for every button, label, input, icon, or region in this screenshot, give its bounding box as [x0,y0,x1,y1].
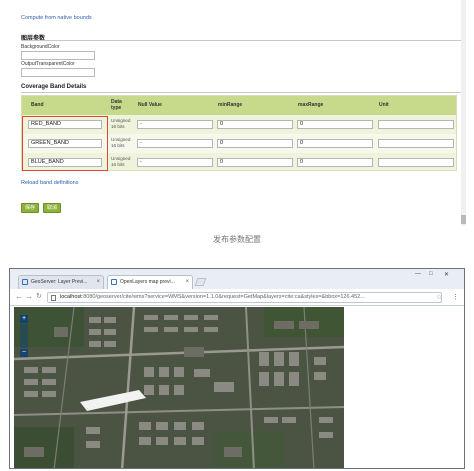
minimize-button[interactable]: — [415,271,421,277]
table-header: Band Data type Null Value minRange maxRa… [22,96,456,115]
satellite-map[interactable]: + − [14,307,344,468]
cancel-button[interactable]: 取消 [43,203,61,213]
min-range-input[interactable]: 0 [217,120,293,129]
max-range-input[interactable]: 0 [297,139,373,148]
data-type-text: Unsigned 16 bits [111,137,131,148]
max-range-input[interactable]: 0 [297,158,373,167]
page-viewport: + − [10,307,464,468]
null-value-input[interactable]: - [137,120,213,129]
screenshot: Compute from native bounds 图层参数 Backgrou… [0,0,474,471]
tab-geoserver-layer-preview[interactable]: GeoServer: Layer Previ... × [18,275,104,289]
save-button[interactable]: 保存 [21,203,39,213]
tab-title: GeoServer: Layer Previ... [31,279,88,285]
unit-input[interactable] [378,139,454,148]
output-transparent-color-label: OutputTransparentColor [21,61,75,67]
divider [21,92,461,93]
zoom-in-button[interactable]: + [20,315,28,323]
tab-title: OpenLayers map previ... [120,279,175,285]
page-icon [51,295,56,301]
column-header-min-range: minRange [218,102,243,108]
max-range-input[interactable]: 0 [297,120,373,129]
column-header-max-range: maxRange [298,102,324,108]
zoom-out-button[interactable]: − [20,349,28,357]
back-arrow-icon[interactable]: ← [15,292,23,301]
coverage-band-details-title: Coverage Band Details [21,84,87,90]
null-value-input[interactable]: - [137,139,213,148]
divider [21,40,461,41]
maximize-button[interactable]: □ [429,271,433,277]
zoom-slider[interactable] [20,324,28,348]
tab-openlayers-map-preview[interactable]: OpenLayers map previ... × [107,275,193,289]
bookmark-star-icon[interactable]: ☆ [436,293,442,301]
page-icon [111,279,117,285]
column-header-data-type: Data type [111,99,122,111]
min-range-input[interactable]: 0 [217,158,293,167]
column-header-null-value: Null Value [138,102,162,108]
column-header-unit: Unit [379,102,389,108]
min-range-input[interactable]: 0 [217,139,293,148]
satellite-imagery [14,307,344,468]
compute-native-bounds-link[interactable]: Compute from native bounds [21,15,92,21]
browser-window: GeoServer: Layer Previ... × OpenLayers m… [9,268,465,469]
page-icon [22,279,28,285]
new-tab-button[interactable] [194,278,207,286]
background-color-label: BackgroundColor [21,44,60,50]
figure-caption: 发布参数配置 [213,235,261,244]
menu-icon[interactable]: ⋮ [452,293,459,301]
unit-input[interactable] [378,120,454,129]
tab-strip: GeoServer: Layer Previ... × OpenLayers m… [10,269,464,289]
close-tab-icon[interactable]: × [96,276,100,288]
data-type-text: Unsigned 16 bits [111,118,131,129]
vertical-scrollbar[interactable] [461,0,466,226]
null-value-input[interactable]: - [137,158,213,167]
data-type-text: Unsigned 16 bits [111,156,131,167]
unit-input[interactable] [378,158,454,167]
reload-band-definitions-link[interactable]: Reload band definitions [21,180,79,186]
url-path: :8080/geoserver/cite/wms?service=WMS&ver… [81,294,365,300]
forward-arrow-icon[interactable]: → [25,292,33,301]
layer-config-form: Compute from native bounds 图层参数 Backgrou… [0,0,474,232]
close-window-button[interactable]: ✕ [444,271,449,278]
zoom-control: + − [20,315,28,358]
output-transparent-color-input[interactable] [21,68,95,77]
band-highlight-annotation [22,116,108,171]
close-tab-icon[interactable]: × [185,276,189,288]
address-bar: ← → ↻ localhost:8080/geoserver/cite/wms?… [10,289,464,306]
scrollbar-thumb[interactable] [461,215,466,224]
column-header-band: Band [31,102,44,108]
reload-icon[interactable]: ↻ [36,292,42,300]
url-input[interactable]: localhost:8080/geoserver/cite/wms?servic… [47,292,442,303]
background-color-input[interactable] [21,51,95,60]
url-host: localhost [60,294,82,300]
